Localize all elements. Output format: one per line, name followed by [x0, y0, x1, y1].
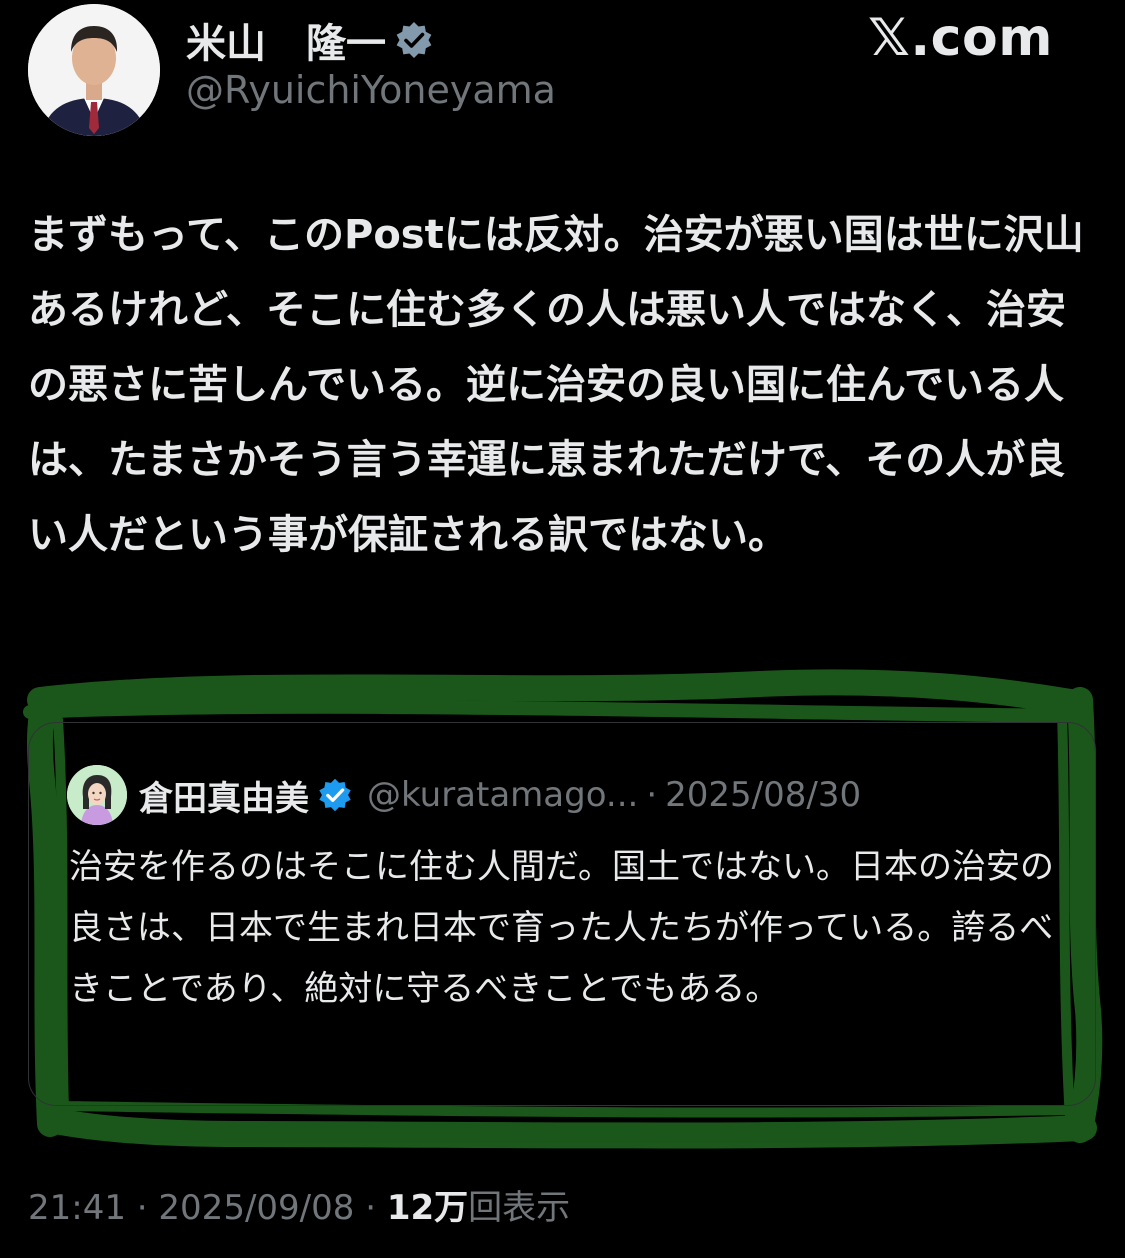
author-avatar-image: [28, 4, 160, 136]
quoted-tweet-card[interactable]: 倉田真由美 @kuratamago... · 2025/08/30 治安を作るの…: [28, 722, 1096, 1106]
views-count: 12万: [386, 1188, 469, 1228]
x-logo: 𝕏.com: [868, 8, 1053, 68]
author-display-name[interactable]: 米山 隆一: [186, 11, 386, 69]
views-label: 回表示: [468, 1188, 571, 1228]
quote-text: 治安を作るのはそこに住む人間だ。国土ではない。日本の治安の良さは、日本で生まれ日…: [69, 847, 1054, 1009]
author-handle[interactable]: @RyuichiYoneyama: [186, 68, 556, 112]
verified-badge-icon: [396, 22, 432, 58]
tweet-time[interactable]: 21:41: [28, 1188, 126, 1228]
quote-author-avatar[interactable]: [67, 765, 127, 825]
tweet-text: まずもって、このPostには反対。治安が悪い国は世に沢山あるけれど、そこに住む多…: [28, 212, 1084, 558]
meta-separator: ·: [354, 1188, 387, 1228]
quote-date[interactable]: 2025/08/30: [665, 775, 861, 815]
quote-author-display-name[interactable]: 倉田真由美: [139, 771, 309, 820]
quote-avatar-image: [67, 765, 127, 825]
author-name-row: 米山 隆一: [186, 10, 434, 70]
tweet-header: 米山 隆一 @RyuichiYoneyama 𝕏.com: [0, 0, 1125, 150]
author-avatar[interactable]: [28, 4, 160, 136]
quote-separator: ·: [646, 775, 658, 815]
quote-verified-badge-icon: [319, 778, 351, 812]
meta-separator: ·: [125, 1188, 159, 1228]
tweet-meta: 21:41 · 2025/09/08 · 12万回表示: [28, 1180, 570, 1229]
quote-author-row: 倉田真由美 @kuratamago... · 2025/08/30: [67, 765, 861, 825]
quote-author-handle[interactable]: @kuratamago...: [367, 775, 638, 815]
tweet-date[interactable]: 2025/09/08: [158, 1188, 354, 1228]
